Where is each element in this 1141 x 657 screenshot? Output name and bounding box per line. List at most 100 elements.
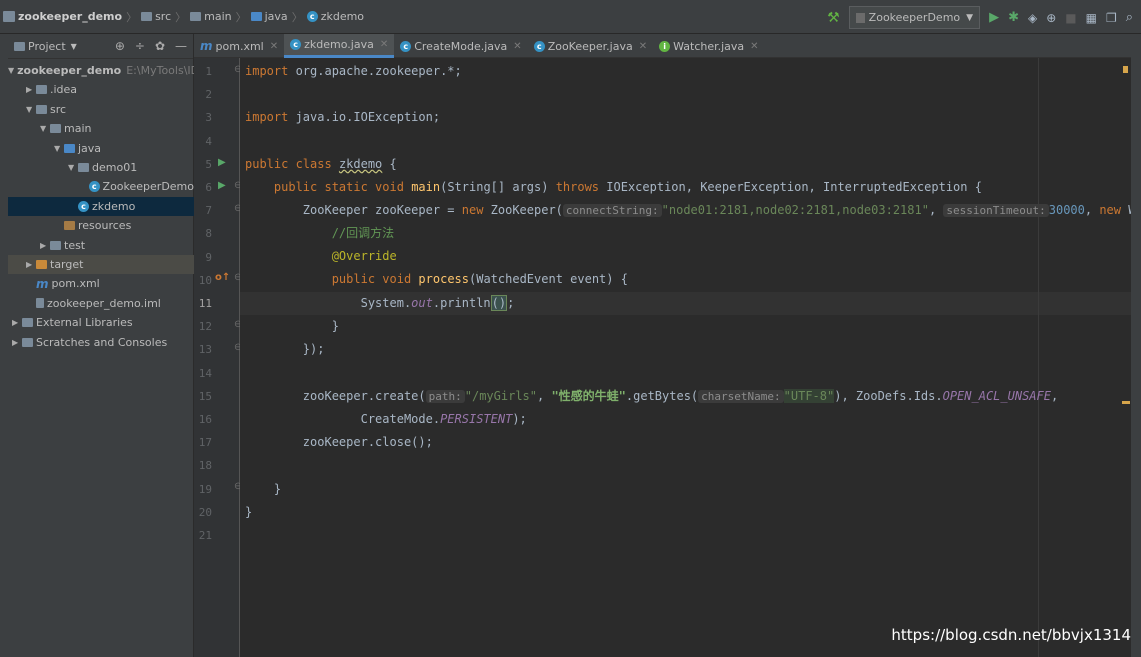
tree-item--idea[interactable]: ▶ .idea — [8, 80, 194, 99]
collapse-all-icon[interactable]: ÷ — [135, 39, 145, 53]
code-editor[interactable]: import org.apache.zookeeper.*; import ja… — [240, 58, 1131, 657]
run-icon[interactable]: ▶ — [989, 10, 999, 25]
code-line-20[interactable]: } — [245, 501, 252, 524]
breadcrumb-item-java[interactable]: java — [265, 10, 288, 23]
tree-item-label: .idea — [50, 83, 78, 97]
close-icon[interactable]: ✕ — [380, 39, 388, 50]
code-line-8[interactable]: //回调方法 — [245, 222, 394, 245]
close-icon[interactable]: ✕ — [639, 41, 647, 52]
editor-gutter[interactable]: 1 2 3 4 5 6 7 8 9 10 11 12 13 14 15 16 17 18 19 20 21 ⊖ ▶ ▶ … — [194, 58, 242, 657]
run-method-icon[interactable]: ▶ — [218, 180, 226, 191]
tab-zookeeper-java[interactable]: c ZooKeeper.java ✕ — [528, 34, 653, 58]
tree-item-scratches-and-consoles[interactable]: ▶ Scratches and Consoles — [8, 333, 194, 352]
tab-watcher-java[interactable]: i Watcher.java ✕ — [653, 34, 764, 58]
line-number: 19 — [198, 482, 212, 496]
code-line-13[interactable]: }); — [245, 338, 325, 361]
tree-item-zookeeper-demo[interactable]: ▼zookeeper_demo E:\MyTools\IDEA201 — [8, 61, 194, 80]
window-icon[interactable]: ❐ — [1106, 11, 1117, 25]
expand-arrow-icon[interactable]: ▼ — [54, 144, 64, 153]
breadcrumb-item-main[interactable]: main — [204, 10, 231, 23]
code-line-10[interactable]: public void process(WatchedEvent event) … — [245, 268, 628, 291]
code-line-6[interactable]: public static void main(String[] args) t… — [245, 176, 982, 199]
code-text: ; — [507, 296, 515, 310]
tree-item-zookeeperdemo[interactable]: c ZookeeperDemo — [8, 177, 194, 196]
navigation-bar: zookeeper_demo 〉 src 〉 main 〉 java 〉 c z… — [0, 0, 1141, 34]
keyword: throws — [555, 180, 600, 194]
breadcrumb-item-src[interactable]: src — [155, 10, 171, 23]
tab-zkdemo-java[interactable]: c zkdemo.java ✕ — [284, 34, 395, 58]
debug-icon[interactable]: ✱ — [1008, 10, 1019, 25]
collapse-arrow-icon[interactable]: ▶ — [12, 318, 22, 327]
search-icon[interactable]: ⌕ — [1126, 10, 1133, 25]
warning-stripe-mark[interactable] — [1123, 66, 1128, 73]
close-icon[interactable]: ✕ — [270, 41, 278, 52]
tree-item-test[interactable]: ▶ test — [8, 236, 194, 255]
class-icon: c — [78, 200, 89, 212]
breadcrumb-item-zkdemo[interactable]: zkdemo — [321, 10, 364, 23]
expand-arrow-icon[interactable]: ▼ — [68, 163, 78, 172]
collapse-arrow-icon[interactable]: ▶ — [26, 85, 36, 94]
code-line-9[interactable]: @Override — [245, 245, 397, 268]
collapse-arrow-icon[interactable]: ▶ — [40, 241, 50, 250]
tab-label: ZooKeeper.java — [547, 39, 633, 53]
code-line-15[interactable]: zooKeeper.create(path: "/myGirls", "性感的牛蛙… — [245, 385, 1058, 408]
build-hammer-icon[interactable]: ⚒ — [827, 10, 840, 26]
code-line-12[interactable]: } — [245, 315, 339, 338]
tab-createmode-java[interactable]: c CreateMode.java ✕ — [394, 34, 527, 58]
right-margin-guide — [1038, 58, 1039, 657]
close-icon[interactable]: ✕ — [750, 41, 758, 52]
collapse-arrow-icon[interactable]: ▶ — [12, 338, 22, 347]
chevron-down-icon[interactable]: ▼ — [71, 42, 77, 51]
code-text: Watcher() { — [1121, 203, 1131, 217]
hide-panel-icon[interactable]: — — [175, 39, 187, 53]
parameter-hint: connectString: — [562, 204, 662, 217]
comment: //回调方法 — [331, 226, 395, 240]
tree-item-java[interactable]: ▼ java — [8, 139, 194, 158]
expand-arrow-icon[interactable]: ▼ — [8, 66, 14, 75]
class-icon: c — [88, 181, 100, 193]
warning-stripe-mark[interactable] — [1122, 401, 1130, 404]
expand-arrow-icon[interactable]: ▼ — [40, 124, 50, 133]
tree-item-label: zookeeper_demo — [17, 64, 122, 77]
line-number: 1 — [205, 65, 212, 78]
keyword: public static void — [273, 180, 404, 194]
expand-arrow-icon[interactable]: ▼ — [26, 105, 36, 114]
tree-item-src[interactable]: ▼ src — [8, 100, 194, 119]
breadcrumb-item-project[interactable]: zookeeper_demo — [18, 10, 122, 23]
tree-item-resources[interactable]: resources — [8, 216, 194, 235]
tab-pom-xml[interactable]: m pom.xml ✕ — [194, 34, 284, 58]
override-icon[interactable]: o↑ — [215, 272, 230, 283]
tree-item-main[interactable]: ▼ main — [8, 119, 194, 138]
run-class-icon[interactable]: ▶ — [218, 157, 226, 168]
coverage-icon[interactable]: ◈ — [1028, 11, 1037, 25]
tree-item-target[interactable]: ▶ target — [8, 255, 194, 274]
code-line-16[interactable]: CreateMode.PERSISTENT); — [245, 408, 527, 431]
tree-item-demo01[interactable]: ▼ demo01 — [8, 158, 194, 177]
source-folder-icon — [64, 143, 75, 153]
annotation: @Override — [331, 249, 397, 263]
close-icon[interactable]: ✕ — [513, 41, 521, 52]
code-line-3[interactable]: import java.io.IOException; — [245, 106, 440, 129]
profile-icon[interactable]: ⊕ — [1046, 11, 1056, 25]
project-panel-title[interactable]: Project — [28, 40, 66, 53]
string-literal: "性感的牛蛙" — [551, 389, 626, 403]
locate-icon[interactable]: ⊕ — [115, 39, 125, 53]
code-line-1[interactable]: import org.apache.zookeeper.*; — [245, 60, 462, 83]
code-line-17[interactable]: zooKeeper.close(); — [245, 431, 433, 454]
gear-icon[interactable]: ✿ — [155, 39, 165, 53]
class-icon: c — [290, 39, 302, 50]
tree-item-zookeeper-demo-iml[interactable]: zookeeper_demo.iml — [8, 294, 194, 313]
code-line-19[interactable]: } — [245, 478, 281, 501]
tree-item-label: pom.xml — [51, 277, 100, 291]
project-structure-icon[interactable]: ▦ — [1086, 11, 1097, 25]
code-line-5[interactable]: public class zkdemo { — [245, 153, 397, 176]
code-line-11[interactable]: System.out.println(); — [245, 292, 514, 315]
stop-icon[interactable]: ■ — [1065, 11, 1076, 25]
code-line-7[interactable]: ZooKeeper zooKeeper = new ZooKeeper(conn… — [245, 199, 1131, 222]
line-number: 15 — [198, 389, 212, 403]
tree-item-pom-xml[interactable]: m pom.xml — [8, 274, 194, 293]
run-configuration-select[interactable]: ZookeeperDemo ▼ — [848, 6, 981, 29]
tree-item-zkdemo[interactable]: c zkdemo — [8, 196, 194, 216]
tree-item-external-libraries[interactable]: ▶ External Libraries — [8, 313, 194, 332]
collapse-arrow-icon[interactable]: ▶ — [26, 260, 36, 269]
